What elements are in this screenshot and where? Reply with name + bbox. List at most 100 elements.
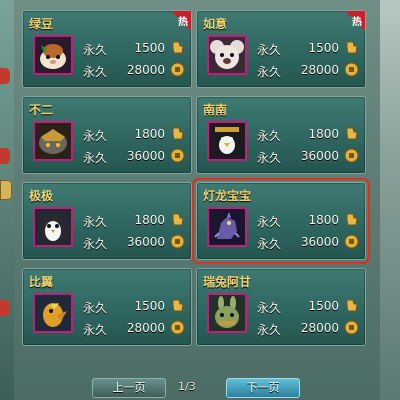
price-value: 1800	[308, 213, 339, 227]
hamster-avatar	[33, 35, 73, 75]
price-value: 28000	[126, 321, 165, 335]
background-left-edge	[0, 0, 14, 400]
coin-icon	[170, 320, 185, 335]
price-row-coin: 永久 36000	[83, 233, 187, 251]
pet-name: 南南	[203, 103, 228, 117]
price-row-ingot: 永久 1500	[83, 39, 187, 57]
dragon-avatar	[207, 207, 247, 247]
price-value: 28000	[300, 63, 339, 77]
gold-ingot-icon	[172, 213, 184, 226]
coin-icon	[344, 234, 359, 249]
price-row-ingot: 永久 1800	[83, 211, 187, 229]
pagination: 上一页 1/3 下一页	[0, 378, 400, 398]
side-notification-badge	[0, 300, 10, 316]
price-value: 1800	[308, 127, 339, 141]
price-row-coin: 永久 28000	[83, 61, 187, 79]
pet-card[interactable]: 不二 永久 1800 永久 36000	[22, 96, 192, 174]
duration-label: 永久	[257, 301, 282, 315]
price-value: 36000	[300, 235, 339, 249]
duration-label: 永久	[83, 323, 108, 337]
price-value: 1800	[134, 127, 165, 141]
duration-label: 永久	[83, 129, 108, 143]
coin-icon	[170, 234, 185, 249]
duration-label: 永久	[257, 151, 282, 165]
koala-avatar	[207, 35, 247, 75]
price-row-ingot: 永久 1500	[83, 297, 187, 315]
rabbit-avatar	[207, 293, 247, 333]
duration-label: 永久	[257, 215, 282, 229]
pet-card[interactable]: 南南 永久 1800 永久 36000	[196, 96, 366, 174]
hot-ribbon: 热	[163, 11, 191, 39]
price-row-coin: 永久 36000	[257, 147, 361, 165]
gold-ingot-icon	[172, 41, 184, 54]
duration-label: 永久	[257, 43, 282, 57]
price-value: 28000	[126, 63, 165, 77]
coin-icon	[344, 320, 359, 335]
coin-icon	[170, 62, 185, 77]
price-row-ingot: 永久 1500	[257, 297, 361, 315]
pet-card[interactable]: 极极 永久 1800 永久 36000	[22, 182, 192, 260]
price-row-coin: 永久 36000	[257, 233, 361, 251]
duration-label: 永久	[257, 65, 282, 79]
gold-ingot-icon	[172, 127, 184, 140]
page-indicator: 1/3	[178, 380, 196, 393]
gold-ingot-icon	[346, 299, 358, 312]
pet-name: 极极	[29, 189, 54, 203]
price-value: 1500	[308, 299, 339, 313]
price-value: 1500	[308, 41, 339, 55]
side-notification-badge	[0, 68, 10, 84]
price-value: 36000	[126, 235, 165, 249]
pet-name: 瑞兔阿甘	[203, 275, 252, 289]
price-row-ingot: 永久 1800	[257, 211, 361, 229]
price-value: 1800	[134, 213, 165, 227]
side-tab[interactable]	[0, 180, 12, 200]
duration-label: 永久	[83, 65, 108, 79]
price-value: 1500	[134, 41, 165, 55]
duration-label: 永久	[257, 323, 282, 337]
pet-name: 绿豆	[29, 17, 54, 31]
price-value: 36000	[126, 149, 165, 163]
coin-icon	[344, 62, 359, 77]
duration-label: 永久	[83, 215, 108, 229]
duration-label: 永久	[83, 43, 108, 57]
pet-name: 比翼	[29, 275, 54, 289]
bird-avatar	[33, 293, 73, 333]
pet-card[interactable]: 如意 热 永久 1500 永久 28000	[196, 10, 366, 88]
price-value: 36000	[300, 149, 339, 163]
duration-label: 永久	[83, 151, 108, 165]
gold-ingot-icon	[346, 127, 358, 140]
duration-label: 永久	[257, 129, 282, 143]
price-row-coin: 永久 28000	[257, 319, 361, 337]
gold-ingot-icon	[346, 213, 358, 226]
price-value: 28000	[300, 321, 339, 335]
pet-name: 如意	[203, 17, 228, 31]
pet-name: 不二	[29, 103, 54, 117]
next-page-button[interactable]: 下一页	[226, 378, 300, 398]
pet-card-selected[interactable]: 灯龙宝宝 永久 1800 永久 36000	[192, 178, 370, 264]
penguin-avatar	[207, 121, 247, 161]
price-row-ingot: 永久 1500	[257, 39, 361, 57]
duration-label: 永久	[83, 301, 108, 315]
duration-label: 永久	[257, 237, 282, 251]
hot-ribbon: 热	[337, 11, 365, 39]
prev-page-button[interactable]: 上一页	[92, 378, 166, 398]
price-row-coin: 永久 28000	[83, 319, 187, 337]
pet-card[interactable]: 绿豆 热 永久 1500 永久 28000	[22, 10, 192, 88]
price-row-coin: 永久 36000	[83, 147, 187, 165]
coin-icon	[344, 148, 359, 163]
coin-icon	[170, 148, 185, 163]
price-row-ingot: 永久 1800	[83, 125, 187, 143]
duration-label: 永久	[83, 237, 108, 251]
price-value: 1500	[134, 299, 165, 313]
pet-card[interactable]: 比翼 永久 1500 永久 28000	[22, 268, 192, 346]
pet-card[interactable]: 瑞兔阿甘 永久 1500 永久 28000	[196, 268, 366, 346]
price-row-ingot: 永久 1800	[257, 125, 361, 143]
pet-name: 灯龙宝宝	[203, 189, 252, 203]
background-right-edge	[380, 0, 400, 400]
gold-ingot-icon	[172, 299, 184, 312]
armored-beast-avatar	[33, 121, 73, 161]
gold-ingot-icon	[346, 41, 358, 54]
side-notification-badge	[0, 148, 10, 164]
baby-penguin-avatar	[33, 207, 73, 247]
price-row-coin: 永久 28000	[257, 61, 361, 79]
